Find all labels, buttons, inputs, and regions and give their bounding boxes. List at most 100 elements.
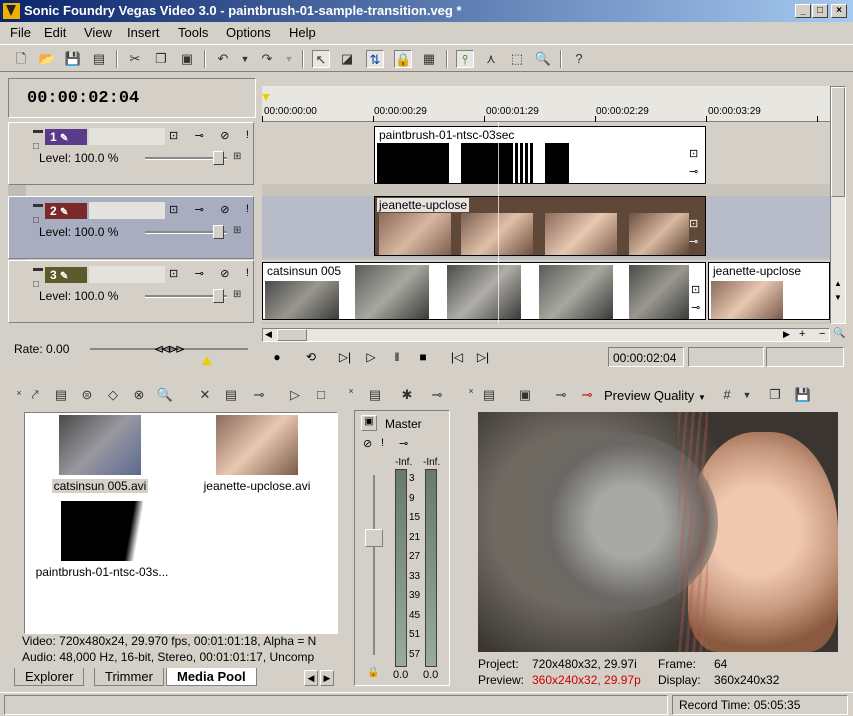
track-level-slider-3[interactable]: [145, 289, 227, 303]
track-motion-icon[interactable]: ⊡: [169, 203, 178, 219]
track-fx-icon[interactable]: ⊸: [195, 129, 204, 145]
maximize-button[interactable]: □: [812, 4, 828, 18]
scroll-thumb[interactable]: [831, 87, 845, 197]
menu-edit[interactable]: Edit: [44, 25, 66, 40]
zoom-tool-icon[interactable]: 🔍: [534, 50, 552, 68]
cut-icon[interactable]: ✂: [126, 50, 144, 68]
selection-start-field[interactable]: [688, 347, 764, 367]
envelope-tool-icon[interactable]: ◪: [338, 50, 356, 68]
normal-edit-tool-icon[interactable]: ↖: [312, 50, 330, 68]
properties-icon[interactable]: ▤: [90, 50, 108, 68]
menu-insert[interactable]: Insert: [127, 25, 160, 40]
stop-icon[interactable]: ■: [414, 349, 432, 365]
mute-icon[interactable]: ⊘: [363, 437, 372, 450]
track-fx-icon[interactable]: ⊸: [195, 203, 204, 219]
tab-trimmer[interactable]: Trimmer: [94, 668, 164, 686]
mixer-properties-icon[interactable]: ▤: [366, 386, 384, 404]
tab-scroll-right-icon[interactable]: ▶: [320, 670, 334, 686]
minimize-track-icon[interactable]: ▬: [33, 199, 43, 210]
solo-icon[interactable]: !: [246, 267, 249, 283]
media-fx-icon[interactable]: ⊸: [250, 386, 268, 404]
track-fx-icon[interactable]: ⊸: [195, 267, 204, 283]
media-item-catsinsun[interactable]: catsinsun 005.avi: [45, 415, 155, 493]
copy-icon[interactable]: ❐: [152, 50, 170, 68]
capture-icon[interactable]: ▤: [52, 386, 70, 404]
cursor-time-field[interactable]: 00:00:02:04: [608, 347, 684, 367]
track-lane-1[interactable]: paintbrush-01-ntsc-03sec ⊡ ⊸: [262, 122, 830, 184]
zoom-out-icon[interactable]: −: [819, 328, 825, 340]
go-to-start-icon[interactable]: |◁: [448, 349, 466, 365]
redo-dropdown-icon[interactable]: ▼: [280, 50, 298, 68]
loop-icon[interactable]: ⟲: [302, 349, 320, 365]
menu-tools[interactable]: Tools: [178, 25, 208, 40]
delete-icon[interactable]: ✕: [196, 386, 214, 404]
close-button[interactable]: ×: [831, 4, 847, 18]
mixer-fx-icon[interactable]: ✱: [398, 386, 416, 404]
undo-dropdown-icon[interactable]: ▼: [236, 50, 254, 68]
lock-icon[interactable]: 🔒: [367, 667, 379, 678]
minimize-track-icon[interactable]: ▬: [33, 125, 43, 136]
play-icon[interactable]: ▷: [362, 349, 380, 365]
composite-mode-icon[interactable]: ⊞: [233, 151, 241, 162]
slider-thumb[interactable]: [213, 289, 224, 303]
track-header-3[interactable]: 3 ✎ ⊡ ⊸ ⊘! Level: 100.0 % ⊞ ▬ □: [8, 260, 254, 323]
enable-snapping-icon[interactable]: ⫯: [456, 50, 474, 68]
tab-media-pool[interactable]: Media Pool: [166, 668, 257, 686]
track-motion-icon[interactable]: ⊡: [169, 267, 178, 283]
ignore-grouping-icon[interactable]: ▦: [420, 50, 438, 68]
solo-icon[interactable]: !: [246, 203, 249, 219]
event-catsinsun[interactable]: catsinsun 005 ⊡ ⊸: [262, 262, 706, 320]
timeline-tracks[interactable]: paintbrush-01-ntsc-03sec ⊡ ⊸ jeanette-up…: [262, 122, 830, 324]
master-fx-icon[interactable]: ⊸: [399, 437, 408, 450]
panel-close-icon[interactable]: ×: [342, 382, 360, 400]
slider-thumb[interactable]: [213, 151, 224, 165]
video-fx-icon[interactable]: ⊸: [552, 386, 570, 404]
playhead-cursor[interactable]: [498, 122, 499, 324]
mute-icon[interactable]: ⊘: [220, 203, 229, 219]
minimize-track-icon[interactable]: ▬: [33, 263, 43, 274]
media-properties-icon[interactable]: ▤: [222, 386, 240, 404]
timeline-horizontal-scrollbar[interactable]: ◀ ▶ + −: [262, 328, 830, 342]
track-name-field-2[interactable]: [89, 202, 165, 219]
master-fader-track[interactable]: [373, 475, 375, 655]
media-list[interactable]: catsinsun 005.avi jeanette-upclose.avi p…: [24, 412, 338, 634]
paste-icon[interactable]: ▣: [178, 50, 196, 68]
preview-play-icon[interactable]: ▷: [286, 386, 304, 404]
refresh-icon[interactable]: 🔍: [156, 386, 174, 404]
import-media-icon[interactable]: ⤤: [26, 386, 44, 404]
track-name-field-1[interactable]: [89, 128, 165, 145]
overlays-icon[interactable]: #: [718, 386, 736, 404]
minimize-button[interactable]: _: [795, 4, 811, 18]
copy-snapshot-icon[interactable]: ❐: [766, 386, 784, 404]
track-lane-3[interactable]: catsinsun 005 ⊡ ⊸ jeanette-upclose: [262, 260, 830, 322]
selection-length-field[interactable]: [766, 347, 844, 367]
expand-track-icon[interactable]: □: [33, 141, 39, 152]
lock-envelopes-icon[interactable]: 🔒: [394, 50, 412, 68]
play-from-start-icon[interactable]: ▷|: [336, 349, 354, 365]
menu-view[interactable]: View: [84, 25, 112, 40]
event-pan-icon[interactable]: ⊸: [691, 301, 700, 314]
event-paintbrush[interactable]: paintbrush-01-ntsc-03sec ⊡ ⊸: [374, 126, 706, 184]
panel-close-icon[interactable]: ×: [462, 382, 480, 400]
tab-explorer[interactable]: Explorer: [14, 668, 85, 686]
mute-icon[interactable]: ⊘: [220, 267, 229, 283]
selection-tool-icon[interactable]: ⬚: [508, 50, 526, 68]
track-header-1[interactable]: 1 ✎ ⊡ ⊸ ⊘! Level: 100.0 % ⊞ ▬ □: [8, 122, 254, 185]
event-pan-icon[interactable]: ⊸: [689, 165, 698, 178]
event-jeanette[interactable]: jeanette-upclose ⊡ ⊸: [374, 196, 706, 256]
external-monitor-icon[interactable]: ▣: [516, 386, 534, 404]
track-header-2[interactable]: 2 ✎ ⊡ ⊸ ⊘! Level: 100.0 % ⊞ ▬ □: [8, 196, 254, 259]
composite-mode-icon[interactable]: ⊞: [233, 225, 241, 236]
open-icon[interactable]: 📂: [38, 50, 56, 68]
expand-track-icon[interactable]: □: [33, 279, 39, 290]
master-fader-thumb[interactable]: [365, 529, 383, 547]
solo-icon[interactable]: !: [246, 129, 249, 145]
scroll-up-icon[interactable]: ▲: [834, 279, 842, 288]
search-media-icon[interactable]: ⊗: [130, 386, 148, 404]
pause-icon[interactable]: ‖: [388, 349, 406, 365]
event-fx-icon[interactable]: ⊡: [691, 283, 700, 296]
track-lane-2[interactable]: jeanette-upclose ⊡ ⊸: [262, 196, 830, 258]
mute-icon[interactable]: ⊘: [220, 129, 229, 145]
track-name-field-3[interactable]: [89, 266, 165, 283]
timeline-vertical-scrollbar[interactable]: ▲ ▼: [830, 86, 846, 324]
